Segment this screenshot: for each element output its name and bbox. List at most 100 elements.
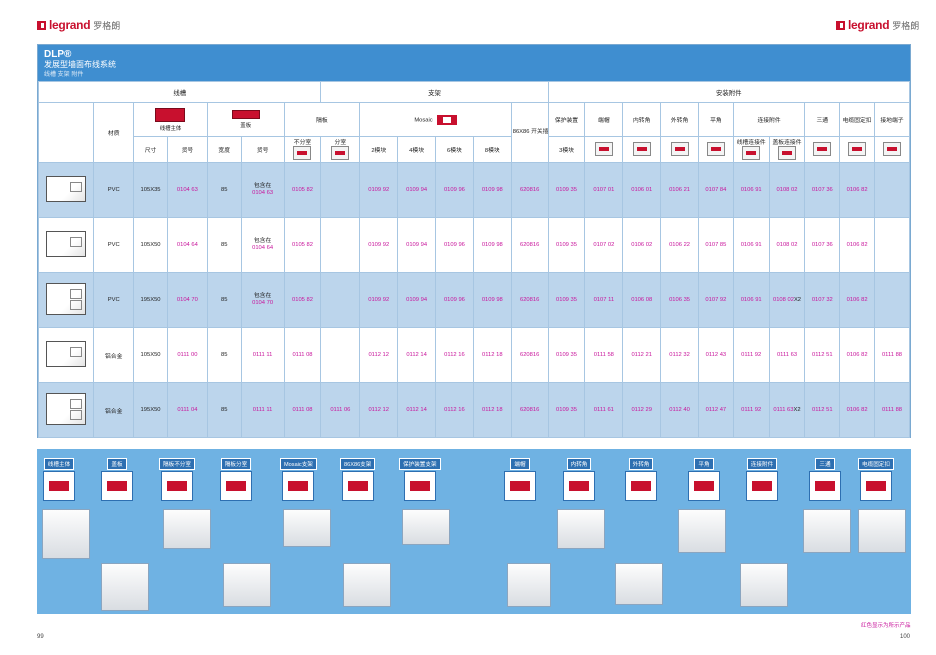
endcap-icon	[504, 471, 536, 501]
product-photo	[163, 509, 211, 549]
divider-icon	[331, 146, 350, 160]
gallery-item-clip: 电缆固定扣	[858, 458, 894, 501]
gallery-item-inner: 内转角	[563, 458, 595, 501]
brand-cn: 罗格朗	[892, 20, 920, 31]
col-flat: 平角	[698, 102, 734, 137]
row-image	[37, 162, 95, 218]
protect-bracket-icon	[403, 471, 436, 501]
gallery-item-cover: 盖板	[101, 458, 133, 501]
trunking-body-icon	[155, 107, 186, 122]
brand-word: legrand	[848, 18, 890, 32]
product-photo	[678, 509, 726, 553]
trunking-section-icon	[46, 393, 87, 425]
img-inner	[622, 136, 662, 163]
inner-corner-icon	[563, 471, 595, 501]
product-gallery: 线槽主体 盖板 隔板不分室 隔板分室 Mosaic支架 86X86支架 保护装置…	[37, 449, 911, 614]
cable-clip-icon	[859, 471, 892, 501]
endcap-icon	[594, 141, 613, 156]
mosaic-bracket-icon	[282, 471, 315, 501]
table-row: 铝合金 105X50 0111 00 85 0111 11 0111 08 01…	[37, 327, 911, 383]
joint-icon	[746, 471, 778, 501]
spec-table-panel: DLP® 发展型墙面布线系统 线槽 支架 附件 线槽 支架 安装附件 材质 线槽…	[37, 44, 911, 438]
col-clip: 电缆固定扣	[839, 102, 875, 137]
mosaic-bracket-icon	[436, 114, 457, 125]
sub-m2: 2模块	[359, 136, 399, 163]
cover-icon	[231, 110, 260, 119]
brand-cn: 罗格朗	[93, 20, 121, 31]
legrand-logo-icon	[37, 20, 46, 30]
spec-header: DLP® 发展型墙面布线系统 线槽 支架 附件	[38, 45, 910, 81]
sub-size: 尺寸	[133, 136, 168, 163]
trunking-section-icon	[46, 231, 87, 257]
tee-icon	[813, 141, 832, 156]
group-accessories: 安装附件	[547, 81, 911, 103]
product-photo	[803, 509, 851, 553]
flat-angle-icon	[706, 141, 725, 156]
page-number-left: 99	[37, 634, 44, 640]
sub-m4: 4模块	[397, 136, 437, 163]
brand-logo-right: legrand 罗格朗	[836, 18, 919, 32]
sub-div: 分室	[320, 136, 361, 163]
sub-m8: 8模块	[472, 136, 512, 163]
product-photo	[283, 509, 331, 547]
divider-icon	[160, 471, 193, 501]
col-box86: 86X86 开关插座	[510, 102, 549, 163]
product-photo	[101, 563, 149, 611]
img-outer	[660, 136, 699, 163]
img-tee	[804, 136, 841, 163]
joint-icon	[742, 146, 761, 160]
col-joint: 连接附件	[732, 102, 806, 137]
gallery-item-divider-plain: 隔板不分室	[159, 458, 195, 501]
sub-m6: 6模块	[435, 136, 474, 163]
gallery-item-divider-split: 隔板分室	[220, 458, 252, 501]
divider-icon	[220, 471, 252, 501]
trunking-section-icon	[46, 283, 87, 315]
img-clip	[839, 136, 875, 163]
sub-p3: 3模块	[547, 136, 586, 163]
trunking-section-icon	[46, 341, 87, 367]
trunking-section-icon	[46, 176, 87, 202]
col-cover: 盖板	[206, 102, 285, 137]
sub-no-div: 不分室	[283, 136, 322, 163]
footnote: 红色显示为所示产品	[861, 623, 911, 629]
product-photo	[507, 563, 551, 607]
col-outer: 外转角	[660, 102, 699, 137]
col-divider: 隔板	[283, 102, 361, 137]
box86-bracket-icon	[341, 471, 374, 501]
breadcrumb: 线槽 支架 附件	[44, 72, 84, 78]
product-photo	[557, 509, 605, 549]
corner-cell	[37, 102, 95, 163]
page-subtitle: 发展型墙面布线系统	[44, 60, 116, 69]
product-photo	[402, 509, 450, 545]
sub-joint-body: 线槽连接件	[732, 136, 770, 163]
gallery-item-mosaic: Mosaic支架	[280, 458, 317, 501]
gallery-item-tee: 三通	[809, 458, 841, 501]
table-row: 铝合金 195X50 0111 04 85 0111 11 0111 08 01…	[37, 382, 911, 438]
tee-icon	[809, 471, 841, 501]
spec-grid: 线槽 支架 安装附件 材质 线槽主体 盖板 隔板 Mosaic 86X86 开关…	[37, 81, 911, 438]
img-earth	[873, 136, 911, 163]
sub-joint-cover: 盖板连接件	[768, 136, 806, 163]
sub-width: 宽度	[206, 136, 242, 163]
cable-clip-icon	[848, 141, 867, 156]
inner-corner-icon	[632, 141, 651, 156]
row-image	[37, 272, 95, 328]
table-row: PVC 195X50 0104 70 85 包含在 0104 70 0105 82…	[37, 272, 911, 328]
row-image	[37, 382, 95, 438]
outer-corner-icon	[670, 141, 689, 156]
sub-code: 货号	[166, 136, 208, 163]
col-body: 线槽主体	[133, 102, 208, 137]
earth-terminal-icon	[882, 141, 901, 156]
brand-logo-left: legrand 罗格朗	[37, 18, 120, 32]
col-inner: 内转角	[622, 102, 662, 137]
img-flat	[698, 136, 734, 163]
gallery-item-box86: 86X86支架	[340, 458, 376, 501]
brand-word: legrand	[49, 18, 91, 32]
cover-icon	[101, 471, 133, 501]
product-photo	[740, 563, 788, 607]
gallery-item-joint: 连接附件	[746, 458, 778, 501]
product-photo	[343, 563, 391, 607]
row-image	[37, 327, 95, 383]
col-protect: 保护装置	[547, 102, 586, 137]
gallery-item-outer: 外转角	[625, 458, 657, 501]
